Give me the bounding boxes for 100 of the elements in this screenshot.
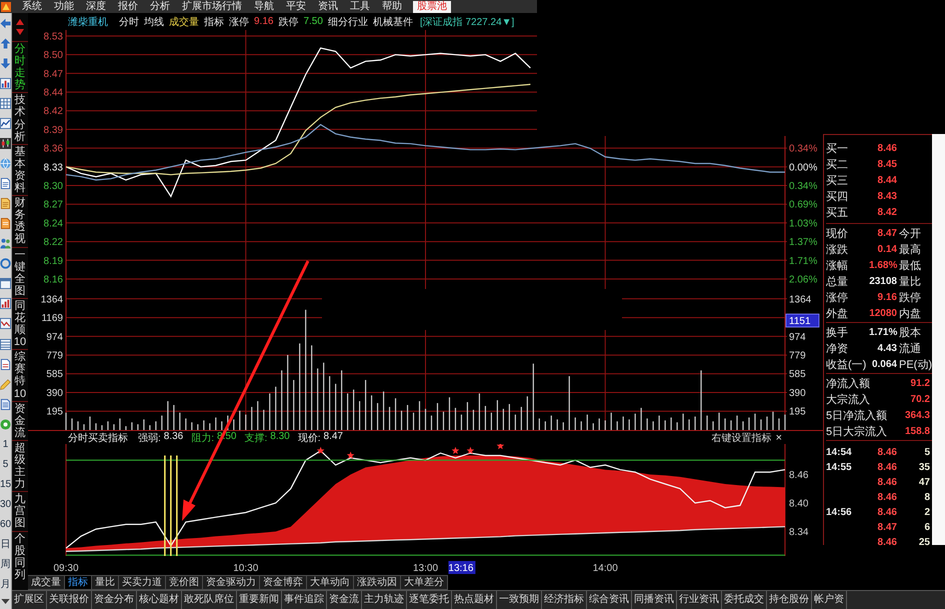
bottom-tab[interactable]: 资金博弈 — [260, 575, 307, 590]
grid-icon[interactable] — [0, 98, 11, 109]
bottom-tab[interactable]: 资金驱动力 — [203, 575, 260, 590]
bottom-tab[interactable]: 委托成交 — [722, 591, 767, 609]
chart-toggle[interactable]: 均线 — [144, 14, 164, 28]
quote-label: 内盘 — [899, 306, 922, 320]
bottom-tab[interactable]: 主力轨迹 — [362, 591, 407, 609]
bottom-tab[interactable]: 热点题材 — [452, 591, 497, 609]
document-icon[interactable] — [0, 398, 11, 410]
menu-item[interactable]: 功能 — [53, 0, 75, 12]
bottom-tab[interactable]: 扩展区 — [12, 591, 47, 609]
side-tab[interactable]: 资金流 — [12, 400, 28, 440]
side-tab[interactable]: 超级主力 — [12, 440, 28, 492]
bottom-tab[interactable]: 同播资讯 — [632, 591, 677, 609]
bottom-tab[interactable]: 行业资讯 — [677, 591, 722, 609]
chart-toggle[interactable]: 分时 — [119, 14, 139, 28]
down-triangle-icon[interactable] — [16, 29, 24, 35]
period-button[interactable]: 5 — [2, 458, 8, 470]
bottom-tab[interactable]: 量比 — [92, 575, 119, 590]
bottom-tab[interactable]: 大单动向 — [307, 575, 354, 590]
up-triangle-icon[interactable] — [16, 19, 24, 25]
document-icon[interactable] — [0, 198, 11, 210]
menu-item[interactable]: 扩展市场行情 — [181, 0, 243, 12]
bottom-tab[interactable]: 综合资讯 — [587, 591, 632, 609]
document-icon[interactable] — [0, 178, 11, 190]
bottom-tab[interactable]: 大单差分 — [401, 575, 448, 590]
people-icon[interactable] — [0, 238, 11, 250]
period-button[interactable]: 月 — [0, 579, 10, 590]
table-icon[interactable] — [0, 338, 11, 350]
bottom-tab[interactable]: 指标 — [65, 575, 92, 590]
menu-item[interactable]: 分析 — [149, 0, 171, 12]
bottom-tab[interactable]: 资金流 — [327, 591, 362, 609]
period-button[interactable]: 日 — [0, 539, 10, 550]
line-chart-icon[interactable] — [0, 318, 11, 330]
bottom-tab[interactable]: 成交量 — [28, 575, 65, 590]
bottom-tab[interactable]: 事件追踪 — [282, 591, 327, 609]
bar-chart-icon[interactable] — [0, 78, 11, 89]
settings-link[interactable]: 右键设置指标 — [712, 430, 772, 444]
side-tab[interactable]: 综赛特10 — [12, 349, 28, 401]
up-arrow-icon[interactable] — [0, 38, 11, 49]
menu-item[interactable]: 股票池 — [413, 0, 451, 12]
bottom-tab[interactable]: 竞价图 — [166, 575, 203, 590]
period-button[interactable]: 60 — [0, 519, 12, 530]
legend-value: 8.36 — [164, 430, 184, 444]
menu-item[interactable]: 平安 — [285, 0, 307, 12]
bottom-tab[interactable]: 核心题材 — [137, 591, 182, 609]
app-logo-icon[interactable] — [1, 2, 11, 12]
menu-item[interactable]: 导航 — [253, 0, 275, 12]
axis-label: 8.47 — [44, 68, 63, 80]
menu-item[interactable]: 深度 — [85, 0, 107, 12]
side-tab[interactable]: 基本资料 — [12, 144, 28, 196]
down-arrow-icon[interactable] — [0, 58, 11, 69]
menu-item[interactable]: 报价 — [117, 0, 139, 12]
side-tab[interactable]: 技术分析 — [12, 92, 28, 144]
period-button[interactable]: 周 — [0, 559, 10, 570]
side-tab[interactable]: 分时走势 — [12, 41, 28, 92]
disc-icon[interactable] — [0, 418, 11, 430]
bottom-tab[interactable]: 一致预期 — [497, 591, 542, 609]
menu-item[interactable]: 系统 — [21, 0, 43, 12]
period-button[interactable]: 1 — [2, 438, 8, 450]
menu-item[interactable]: 资讯 — [317, 0, 339, 12]
bottom-tab[interactable]: 关联报价 — [47, 591, 92, 609]
candlestick-icon[interactable] — [0, 138, 11, 149]
bottom-tab[interactable]: 买卖力道 — [119, 575, 166, 590]
side-tab[interactable]: 一键全图 — [12, 246, 28, 298]
side-tab[interactable]: 九宫图 — [12, 491, 28, 531]
trade-volume: 35 — [918, 462, 930, 473]
bottom-tab[interactable]: 重要新闻 — [237, 591, 282, 609]
chart-toggle[interactable]: 指标 — [204, 14, 224, 28]
period-button[interactable]: 15 — [0, 478, 12, 490]
left-arrow-icon[interactable] — [0, 18, 11, 29]
bottom-tab[interactable]: 持仓股份 — [767, 591, 812, 609]
bottom-tab[interactable]: 资金分布 — [92, 591, 137, 609]
document-icon[interactable] — [0, 358, 11, 370]
globe-icon[interactable] — [0, 158, 11, 169]
bottom-tab[interactable]: 经济指标 — [542, 591, 587, 609]
close-button[interactable]: × — [774, 432, 783, 444]
quote-label: 现价 — [826, 226, 849, 240]
period-button[interactable]: 30 — [0, 499, 12, 510]
caret-down-icon[interactable] — [1, 599, 10, 604]
ring-icon[interactable] — [0, 258, 11, 270]
trade-price: 8.47 — [876, 522, 897, 533]
chart-toggle[interactable]: 成交量 — [169, 14, 199, 28]
menu-item[interactable]: 帮助 — [381, 0, 403, 12]
quote-label: 涨幅 — [826, 258, 849, 272]
document-icon[interactable] — [0, 218, 11, 230]
axis-label: 779 — [46, 350, 63, 362]
side-tab[interactable]: 同花顺10 — [12, 298, 28, 350]
bottom-tab[interactable]: 帐户资 — [812, 591, 847, 609]
bottom-tab[interactable]: 敢死队席位 — [182, 591, 237, 609]
window-icon[interactable] — [0, 278, 11, 290]
bid-price: 8.44 — [876, 174, 897, 186]
axis-label: 8.42 — [44, 106, 63, 118]
quote-value: 0.064 — [870, 358, 897, 370]
bottom-tab[interactable]: 涨跌动因 — [354, 575, 401, 590]
line-chart-icon[interactable] — [0, 118, 11, 129]
bottom-tab[interactable]: 逐笔委托 — [407, 591, 452, 609]
bar-chart-icon[interactable] — [0, 298, 11, 310]
menu-item[interactable]: 工具 — [349, 0, 371, 12]
side-tab[interactable]: 财务透视 — [12, 195, 28, 246]
